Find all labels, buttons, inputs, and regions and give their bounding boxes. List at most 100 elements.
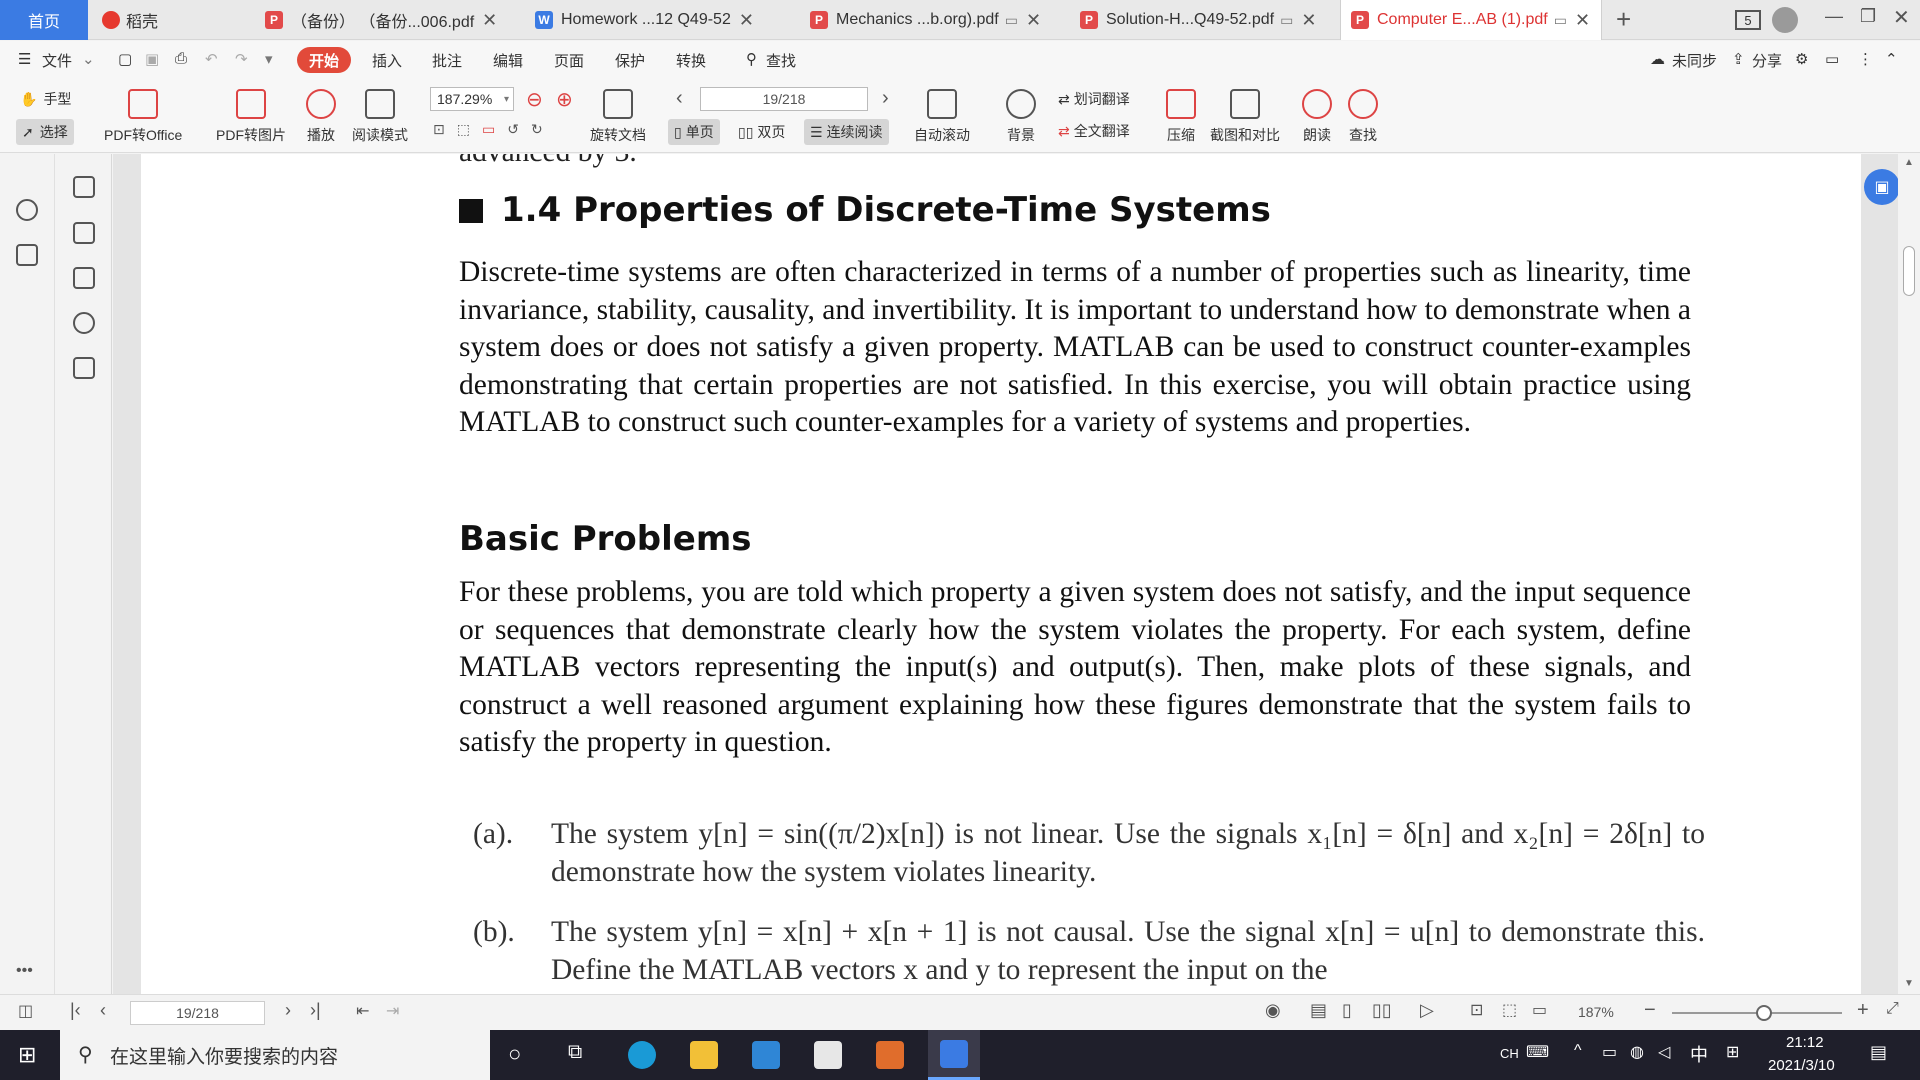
windows-start-icon[interactable]: ⊞ xyxy=(18,1042,36,1068)
auto-scroll-button[interactable]: 自动滚动 xyxy=(914,89,970,145)
scroll-down-icon[interactable]: ▼ xyxy=(1904,978,1914,989)
tab-document-5-active[interactable]: P Computer E...AB (1).pdf ▭ ✕ xyxy=(1340,0,1602,40)
comment-icon[interactable] xyxy=(73,267,95,289)
vertical-scrollbar[interactable]: ▲ ▼ xyxy=(1898,154,1920,994)
hamburger-icon[interactable]: ☰ xyxy=(18,50,31,68)
restore-icon[interactable]: ❐ xyxy=(1860,6,1876,27)
minimize-icon[interactable]: — xyxy=(1825,6,1843,27)
notification-icon[interactable]: ▤ xyxy=(1870,1042,1887,1063)
fit-page-icon[interactable]: ⬚ xyxy=(457,121,470,138)
attachment-icon[interactable] xyxy=(73,312,95,334)
ime-mode-icon[interactable]: ⊞ xyxy=(1726,1042,1739,1062)
tab-document-2[interactable]: W Homework ...12 Q49-52 ✕ xyxy=(525,0,790,40)
save-icon[interactable]: ▣ xyxy=(145,50,159,68)
menu-search[interactable]: 查找 xyxy=(766,50,796,71)
battery-icon[interactable]: ▭ xyxy=(1602,1042,1617,1062)
background-button[interactable]: 背景 xyxy=(1006,89,1036,145)
print-icon[interactable]: ⎙ xyxy=(175,50,187,67)
forward-icon[interactable]: ⇥ xyxy=(386,1001,399,1021)
fit-width-icon[interactable]: ▭ xyxy=(482,121,495,138)
status-zoom-value[interactable]: 187% xyxy=(1578,1004,1614,1020)
taskbar-search-box[interactable]: ⚲ 在这里输入你要搜索的内容 xyxy=(60,1030,490,1080)
menu-convert[interactable]: 转换 xyxy=(676,50,706,71)
more-icon[interactable]: ⋮ xyxy=(1858,50,1873,68)
close-icon[interactable]: ✕ xyxy=(482,10,497,31)
collapse-ribbon-icon[interactable]: ⌃ xyxy=(1885,50,1898,68)
next-page-icon[interactable]: › xyxy=(882,87,889,110)
more-icon[interactable]: ••• xyxy=(16,962,33,980)
sync-status[interactable]: 未同步 xyxy=(1672,50,1717,71)
rotate-left-icon[interactable]: ↺ xyxy=(507,121,519,138)
comment-icon[interactable]: ▭ xyxy=(1825,50,1839,68)
settings-icon[interactable]: ⚙ xyxy=(1795,50,1808,68)
vscode-icon[interactable] xyxy=(752,1041,780,1069)
single-view-icon[interactable]: ▯ xyxy=(1342,1000,1352,1021)
magnifier-icon[interactable] xyxy=(16,199,38,221)
zoom-slider-handle[interactable] xyxy=(1756,1005,1772,1021)
screenshot-compare-button[interactable]: 截图和对比 xyxy=(1210,89,1280,145)
redo-icon[interactable]: ↷ xyxy=(235,50,248,68)
menu-edit[interactable]: 编辑 xyxy=(493,50,523,71)
double-page-button[interactable]: ▯▯ 双页 xyxy=(732,119,791,145)
signature-icon[interactable] xyxy=(73,357,95,379)
scrollbar-thumb[interactable] xyxy=(1903,246,1915,296)
find-button[interactable]: 查找 xyxy=(1348,89,1378,145)
close-icon[interactable]: ✕ xyxy=(1575,10,1590,31)
page-number-input[interactable]: 19/218 xyxy=(700,87,868,111)
previous-page-icon[interactable]: ‹ xyxy=(676,87,683,110)
keyboard-icon[interactable]: ⌨ xyxy=(1526,1042,1549,1062)
store-icon[interactable] xyxy=(814,1041,842,1069)
full-translate-button[interactable]: ⇄ 全文翻译 xyxy=(1058,121,1130,141)
thumbnail-icon[interactable] xyxy=(73,222,95,244)
chevron-down-icon[interactable]: ⌄ xyxy=(82,50,95,68)
share-button[interactable]: 分享 xyxy=(1752,50,1782,71)
select-tool[interactable]: ➚ 选择 xyxy=(16,119,74,145)
open-folder-icon[interactable]: ▢ xyxy=(118,50,132,68)
wps-taskbar-item[interactable] xyxy=(928,1030,980,1080)
menu-insert[interactable]: 插入 xyxy=(372,50,402,71)
input-language[interactable]: 中 xyxy=(1690,1041,1708,1067)
network-icon[interactable]: ◍ xyxy=(1630,1042,1644,1062)
scroll-up-icon[interactable]: ▲ xyxy=(1904,157,1914,168)
pdf-to-office-button[interactable]: PDF转Office xyxy=(104,89,182,145)
fullscreen-icon[interactable]: ⤢ xyxy=(1886,1000,1899,1018)
compress-button[interactable]: 压缩 xyxy=(1166,89,1196,145)
word-translate-button[interactable]: ⇄ 划词翻译 xyxy=(1058,89,1130,109)
menu-start-tab[interactable]: 开始 xyxy=(297,47,351,73)
back-icon[interactable]: ⇤ xyxy=(356,1001,369,1021)
single-page-button[interactable]: ▯ 单页 xyxy=(668,119,720,145)
rotate-right-icon[interactable]: ↻ xyxy=(531,121,543,138)
zoom-select[interactable]: 187.29% ▾ xyxy=(430,87,514,111)
close-icon[interactable]: ✕ xyxy=(1301,10,1316,31)
zoom-out-icon[interactable]: ⊖ xyxy=(526,87,543,112)
double-view-icon[interactable]: ▯▯ xyxy=(1372,1000,1392,1021)
continuous-read-button[interactable]: ☰ 连续阅读 xyxy=(804,119,889,145)
play-icon[interactable]: ▷ xyxy=(1420,1000,1434,1021)
fit-width-icon[interactable]: ▭ xyxy=(1532,1000,1547,1020)
clock-date[interactable]: 2021/3/10 xyxy=(1768,1057,1835,1074)
hand-tool[interactable]: ✋ 手型 xyxy=(20,89,71,109)
edge-icon[interactable] xyxy=(628,1041,656,1069)
zoom-out-icon[interactable]: − xyxy=(1644,999,1656,1022)
tab-document-3[interactable]: P Mechanics ...b.org).pdf ▭ ✕ xyxy=(800,0,1065,40)
first-page-icon[interactable]: |‹ xyxy=(70,1000,81,1021)
tab-document-4[interactable]: P Solution-H...Q49-52.pdf ▭ ✕ xyxy=(1070,0,1335,40)
play-button[interactable]: 播放 xyxy=(306,89,336,145)
close-icon[interactable]: ✕ xyxy=(1026,10,1041,31)
menu-protect[interactable]: 保护 xyxy=(615,50,645,71)
status-page-input[interactable]: 19/218 xyxy=(130,1001,265,1025)
read-aloud-button[interactable]: 朗读 xyxy=(1302,89,1332,145)
tab-daoke[interactable]: 稻壳 xyxy=(92,0,250,40)
chevron-up-icon[interactable]: ^ xyxy=(1574,1042,1582,1060)
ime-indicator[interactable]: CH xyxy=(1500,1046,1519,1061)
fit-page-icon[interactable]: ⬚ xyxy=(1502,1000,1517,1020)
read-mode-button[interactable]: 阅读模式 xyxy=(352,89,408,145)
menu-page[interactable]: 页面 xyxy=(554,50,584,71)
continuous-view-icon[interactable]: ▤ xyxy=(1310,1000,1327,1021)
translate-icon[interactable] xyxy=(16,244,38,266)
bookmark-icon[interactable] xyxy=(73,176,95,198)
undo-icon[interactable]: ↶ xyxy=(205,50,218,68)
task-view-icon[interactable]: ⧉ xyxy=(568,1041,582,1064)
file-explorer-icon[interactable] xyxy=(690,1041,718,1069)
actual-size-icon[interactable]: ⊡ xyxy=(1470,1000,1483,1020)
